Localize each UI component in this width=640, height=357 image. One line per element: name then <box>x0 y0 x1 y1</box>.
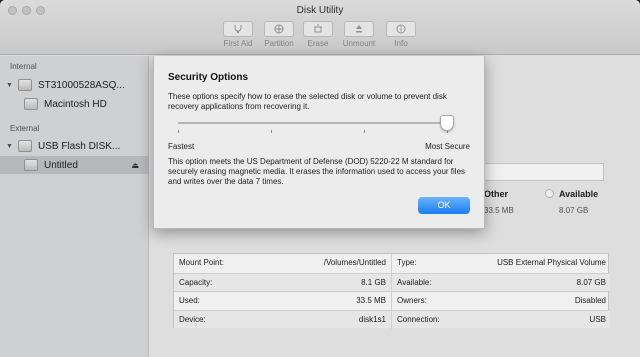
type-value: USB External Physical Volume <box>497 258 606 267</box>
unmount-label: Unmount <box>342 39 376 48</box>
security-slider-knob[interactable] <box>440 115 454 131</box>
table-row: Mount Point: /Volumes/Untitled Type: USB… <box>174 254 610 273</box>
available-key: Available: <box>397 277 432 287</box>
partition-icon <box>274 24 284 34</box>
slider-max-label: Most Secure <box>425 142 470 151</box>
slider-min-label: Fastest <box>168 142 195 151</box>
security-options-sheet: Security Options These options specify h… <box>153 56 485 229</box>
mount-point-key: Mount Point: <box>179 258 224 267</box>
internal-section-header: Internal <box>10 62 37 71</box>
mount-point-value: /Volumes/Untitled <box>323 258 386 267</box>
legend-available-dot <box>545 189 554 198</box>
owners-value: Disabled <box>574 296 606 305</box>
legend-available-value: 8.07 GB <box>559 206 589 215</box>
disk-utility-window: Disk Utility First Aid Partition Erase U… <box>0 0 640 357</box>
slider-tick <box>271 130 272 133</box>
erase-icon <box>314 24 322 33</box>
used-value: 33.5 MB <box>356 296 386 305</box>
erase-button[interactable]: Erase <box>300 21 336 48</box>
legend-other: Other <box>484 189 509 199</box>
sidebar-item-macintosh-hd[interactable]: Macintosh HD <box>0 95 149 113</box>
legend-other-value: 33.5 MB <box>484 206 514 215</box>
volume-name-field <box>480 163 604 181</box>
disk-icon <box>18 140 32 152</box>
ok-button[interactable]: OK <box>418 197 470 214</box>
device-key: Device: <box>179 314 206 324</box>
table-row: Device: disk1s1 Connection: USB <box>174 309 610 328</box>
capacity-key: Capacity: <box>179 277 213 287</box>
disclosure-triangle-icon[interactable]: ▼ <box>6 82 14 89</box>
disk-icon <box>18 79 32 91</box>
owners-key: Owners: <box>397 296 427 305</box>
sidebar: Internal ▼ ST31000528ASQ... Macintosh HD… <box>0 56 149 357</box>
stethoscope-icon <box>234 25 242 34</box>
connection-key: Connection: <box>397 314 440 324</box>
title-bar: Disk Utility First Aid Partition Erase U… <box>0 0 640 55</box>
sidebar-item-label: USB Flash DISK... <box>38 140 121 152</box>
sidebar-item-usb-disk[interactable]: ▼ USB Flash DISK... <box>0 137 149 155</box>
window-title: Disk Utility <box>296 5 344 16</box>
capacity-value: 8.1 GB <box>361 277 386 287</box>
connection-value: USB <box>589 314 606 324</box>
legend-available: Available <box>559 189 599 199</box>
eject-icon[interactable]: ⏏ <box>131 161 139 170</box>
first-aid-label: First Aid <box>223 39 253 48</box>
volume-icon <box>24 159 38 171</box>
sheet-description: These options specify how to erase the s… <box>168 92 447 111</box>
sidebar-item-label: Macintosh HD <box>44 98 107 110</box>
info-icon <box>396 24 406 34</box>
partition-button[interactable]: Partition <box>261 21 297 48</box>
security-level-description: This option meets the US Department of D… <box>168 157 466 186</box>
slider-tick <box>364 130 365 133</box>
unmount-icon <box>356 25 362 33</box>
table-row: Capacity: 8.1 GB Available: 8.07 GB <box>174 272 610 291</box>
info-label: Info <box>394 39 408 48</box>
used-key: Used: <box>179 296 200 305</box>
partition-label: Partition <box>264 39 294 48</box>
external-section-header: External <box>10 124 40 133</box>
sheet-title: Security Options <box>168 72 249 83</box>
erase-label: Erase <box>307 39 329 48</box>
device-value: disk1s1 <box>358 314 386 324</box>
volume-icon <box>24 98 38 110</box>
table-row: Used: 33.5 MB Owners: Disabled <box>174 291 610 310</box>
sidebar-item-internal-disk[interactable]: ▼ ST31000528ASQ... <box>0 76 149 94</box>
security-slider[interactable] <box>178 122 448 124</box>
first-aid-button[interactable]: First Aid <box>220 21 256 48</box>
type-key: Type: <box>397 258 417 267</box>
info-button[interactable]: Info <box>383 21 419 48</box>
sidebar-item-label: Untitled <box>44 159 78 171</box>
sidebar-item-untitled[interactable]: Untitled ⏏ <box>0 156 149 174</box>
volume-info-table: Mount Point: /Volumes/Untitled Type: USB… <box>173 253 610 329</box>
sidebar-item-label: ST31000528ASQ... <box>38 79 125 91</box>
table-column-divider <box>391 254 392 329</box>
unmount-button[interactable]: Unmount <box>341 21 377 48</box>
available-value: 8.07 GB <box>576 277 606 287</box>
disclosure-triangle-icon[interactable]: ▼ <box>6 143 14 150</box>
slider-tick <box>178 130 179 133</box>
